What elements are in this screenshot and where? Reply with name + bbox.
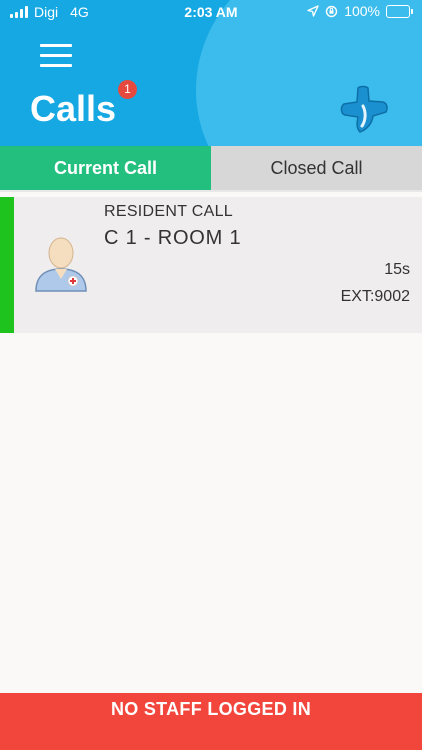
- call-room: C 1 - ROOM 1: [104, 227, 242, 249]
- tab-divider: [0, 190, 422, 192]
- call-count-badge: 1: [118, 80, 137, 99]
- hamburger-menu-icon[interactable]: [40, 44, 72, 68]
- call-extension: EXT:9002: [340, 288, 410, 305]
- location-arrow-icon: [307, 5, 319, 17]
- orientation-lock-icon: [325, 5, 338, 17]
- tab-closed-call[interactable]: Closed Call: [211, 146, 422, 190]
- staff-status-banner: NO STAFF LOGGED IN: [0, 693, 422, 750]
- nurse-avatar-icon: [35, 237, 87, 292]
- tab-current-call[interactable]: Current Call: [0, 146, 211, 190]
- status-bar: Digi 4G 2:03 AM 100%: [0, 0, 422, 24]
- call-status-indicator: [0, 197, 14, 333]
- medical-cross-logo-icon[interactable]: [336, 82, 392, 138]
- call-tabs: Current Call Closed Call: [0, 146, 422, 190]
- battery-percent: 100%: [344, 3, 380, 19]
- page-title: Calls: [30, 88, 117, 129]
- battery-charging-icon: [386, 4, 413, 18]
- call-card[interactable]: RESIDENT CALL C 1 - ROOM 1 15s EXT:9002: [0, 197, 422, 333]
- call-type: RESIDENT CALL: [104, 203, 233, 220]
- call-duration: 15s: [384, 261, 410, 278]
